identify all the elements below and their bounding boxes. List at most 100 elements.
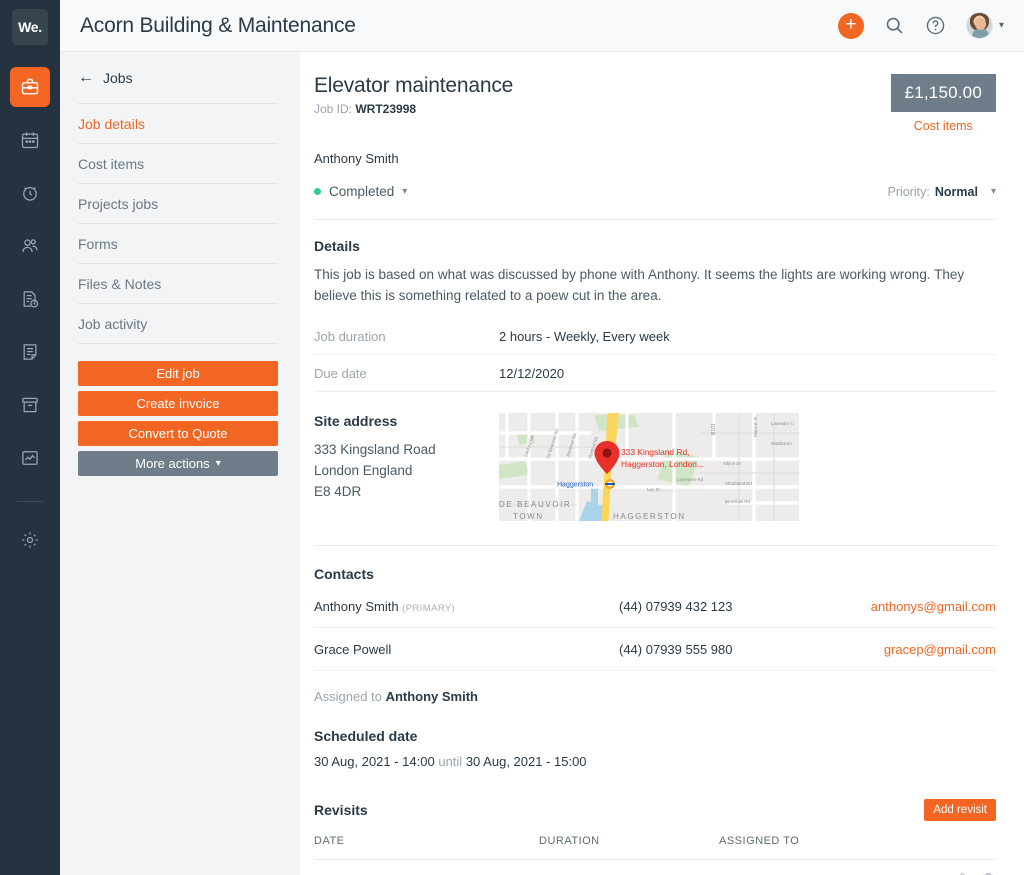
rail-item-reports[interactable]	[10, 438, 50, 478]
sidebar-item-projects-jobs[interactable]: Projects jobs	[78, 184, 278, 224]
avatar	[965, 12, 993, 39]
column-header-date: DATE	[314, 835, 345, 848]
chevron-down-icon: ▾	[998, 20, 1004, 31]
help-icon[interactable]	[925, 15, 946, 36]
rail-item-customers[interactable]	[10, 226, 50, 266]
detail-key: Job duration	[314, 329, 386, 345]
app-root: We. Acorn Building & Maintenance + ▾ ← J…	[0, 0, 1024, 875]
job-side-panel: ← Jobs Job details Cost items Projects j…	[60, 52, 300, 875]
address-line: London England	[314, 462, 413, 478]
chevron-down-icon[interactable]: ▾	[402, 186, 407, 197]
contact-name: Anthony Smith (PRIMARY)	[314, 599, 619, 614]
rail-item-assets[interactable]	[10, 385, 50, 425]
contact-phone: (44) 07939 555 980	[619, 642, 733, 658]
rail-item-jobs[interactable]	[10, 67, 50, 107]
rail-item-calendar[interactable]	[10, 120, 50, 160]
sidebar-item-job-details[interactable]: Job details	[78, 104, 278, 144]
details-heading: Details	[314, 238, 360, 254]
job-header-left: Elevator maintenance Job ID: WRT23998	[314, 74, 513, 133]
detail-row: Job duration 2 hours - Weekly, Every wee…	[314, 318, 996, 356]
action-button-stack: Edit job Create invoice Convert to Quote…	[78, 361, 278, 476]
sidebar-item-label: Job activity	[78, 316, 148, 332]
street-label: Malvern R	[753, 417, 758, 437]
map-pin-label-line1: 333 Kingsland Rd,	[621, 447, 689, 457]
delete-icon[interactable]	[981, 871, 996, 875]
cost-items-link[interactable]: Cost items	[891, 119, 996, 133]
street-label: Middleton I	[771, 441, 792, 446]
scheduled-date-value: 30 Aug, 2021 - 14:00 until 30 Aug, 2021 …	[314, 754, 996, 769]
site-map[interactable]: Lanford Rd De Beauvoir Rd Mortimer Rd He…	[499, 413, 799, 522]
contacts-heading: Contacts	[314, 566, 374, 583]
user-menu[interactable]: ▾	[965, 12, 1004, 39]
contact-email-link[interactable]: anthonys@gmail.com	[871, 599, 996, 614]
contact-name-text: Anthony Smith	[314, 599, 399, 615]
row-actions	[952, 871, 996, 875]
assigned-value: Anthony Smith	[385, 689, 478, 705]
rail-item-forms[interactable]	[10, 332, 50, 372]
detail-value: 12/12/2020	[499, 366, 565, 382]
contact-email-link[interactable]: gracep@gmail.com	[884, 642, 996, 657]
timer-icon	[20, 183, 40, 203]
customers-icon	[20, 236, 40, 256]
schedule-start: 30 Aug, 2021 - 14:00	[314, 754, 435, 770]
app-logo[interactable]: We.	[12, 9, 48, 45]
scheduled-date-section: Scheduled date 30 Aug, 2021 - 14:00 unti…	[314, 704, 996, 769]
contact-name: Grace Powell	[314, 642, 619, 657]
sidebar-item-job-activity[interactable]: Job activity	[78, 304, 278, 344]
sidebar-item-label: Files & Notes	[78, 276, 162, 292]
schedule-until-label: until	[438, 754, 463, 770]
site-address-text: Site address 333 Kingsland Road London E…	[314, 413, 499, 521]
column-header-assigned-to: ASSIGNED TO	[719, 835, 800, 848]
schedule-end: 30 Aug, 2021 - 15:00	[465, 754, 587, 770]
column-header-duration: DURATION	[539, 835, 600, 848]
contacts-section: Contacts Anthony Smith (PRIMARY) (44) 07…	[314, 546, 996, 704]
street-label: Lavender C	[771, 421, 794, 426]
rail-item-quotes[interactable]	[10, 279, 50, 319]
sidebar-item-files-notes[interactable]: Files & Notes	[78, 264, 278, 304]
street-label: Albion Dr	[723, 461, 742, 466]
arrow-left-icon: ←	[78, 69, 94, 86]
more-actions-button[interactable]: More actions ▾	[78, 451, 278, 476]
rail-divider	[17, 501, 43, 502]
sidebar-item-label: Forms	[78, 236, 118, 252]
job-title: Elevator maintenance	[314, 74, 514, 97]
job-header: Elevator maintenance Job ID: WRT23998 £1…	[314, 74, 996, 133]
site-address-section: Site address 333 Kingsland Road London E…	[314, 392, 996, 522]
details-section: Details This job is based on what was di…	[314, 220, 996, 393]
street-label: Livermere Rd	[677, 477, 704, 482]
contact-name-text: Grace Powell	[314, 642, 392, 658]
add-revisit-button[interactable]: Add revisit	[924, 799, 996, 822]
edit-icon[interactable]	[952, 871, 967, 875]
reports-icon	[20, 448, 40, 468]
priority-label: Priority:	[887, 184, 930, 199]
rail-item-timesheets[interactable]	[10, 173, 50, 213]
area-label: HAGGERSTON	[613, 512, 686, 521]
priority-selector[interactable]: Priority: Normal ▾	[888, 185, 996, 199]
contact-row: Anthony Smith (PRIMARY) (44) 07939 432 1…	[314, 585, 996, 629]
create-invoice-button[interactable]: Create invoice	[78, 391, 278, 416]
address-line: E8 4DR	[314, 483, 362, 499]
edit-job-button[interactable]: Edit job	[78, 361, 278, 386]
street-label: B101	[711, 423, 717, 435]
sidebar-item-label: Cost items	[78, 156, 145, 172]
convert-to-quote-button[interactable]: Convert to Quote	[78, 421, 278, 446]
revisits-heading: Revisits	[314, 802, 368, 819]
breadcrumb-label: Jobs	[103, 70, 133, 86]
sidebar-item-cost-items[interactable]: Cost items	[78, 144, 278, 184]
contact-phone: (44) 07939 432 123	[619, 599, 733, 615]
detail-key: Due date	[314, 366, 367, 382]
archive-icon	[20, 395, 40, 415]
job-id-value: WRT23998	[355, 102, 417, 116]
station-label: Haggerston	[557, 482, 593, 489]
rail-item-settings[interactable]	[10, 520, 50, 560]
header-actions: + ▾	[837, 12, 1004, 39]
more-actions-label: More actions	[135, 456, 210, 471]
sidebar-item-forms[interactable]: Forms	[78, 224, 278, 264]
detail-value: 2 hours - Weekly, Every week	[499, 329, 670, 345]
priority-value: Normal	[934, 184, 978, 199]
search-icon[interactable]	[884, 15, 905, 36]
area-label: TOWN	[513, 512, 544, 521]
job-id: Job ID: WRT23998	[314, 102, 513, 116]
breadcrumb-back-jobs[interactable]: ← Jobs	[78, 70, 278, 104]
add-icon[interactable]: +	[837, 12, 864, 39]
